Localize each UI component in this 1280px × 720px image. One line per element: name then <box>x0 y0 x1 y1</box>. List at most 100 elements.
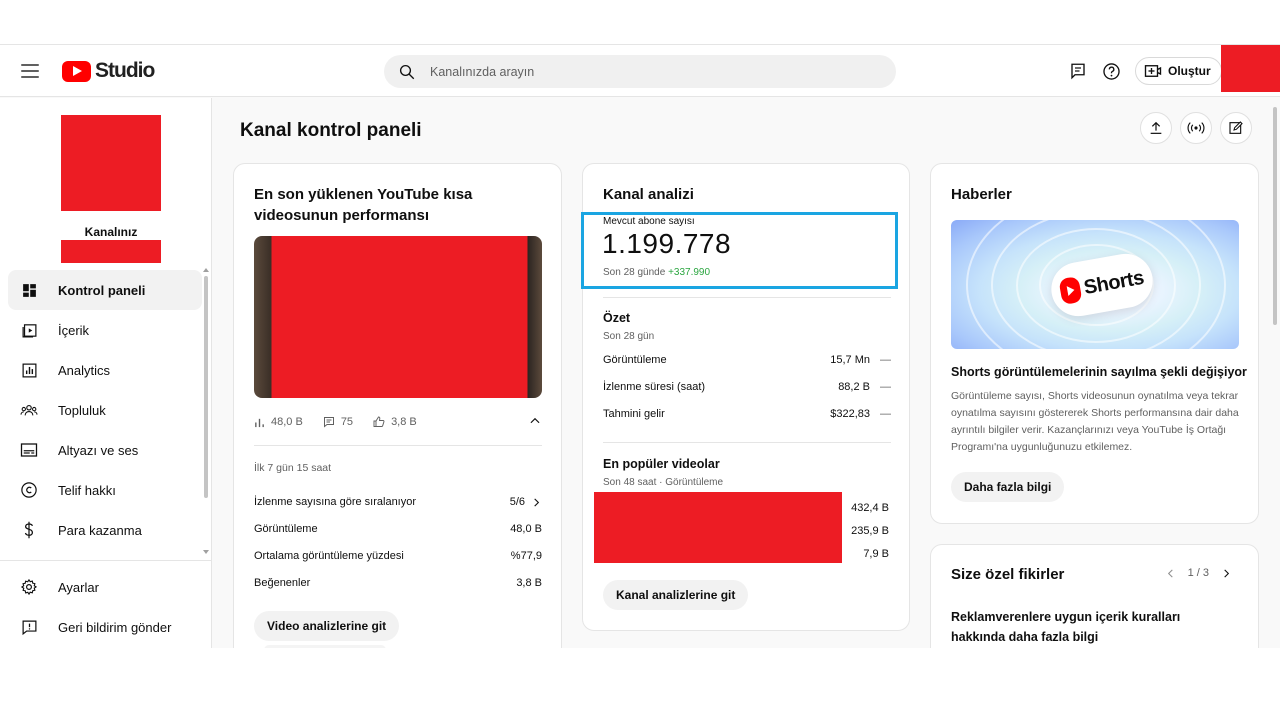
create-button[interactable]: Oluştur <box>1135 57 1222 85</box>
comments-value: 75 <box>340 416 354 428</box>
news-body: Görüntüleme sayısı, Shorts videosunun oy… <box>951 390 1239 453</box>
row-label: Görüntüleme <box>254 523 318 535</box>
go-live-button[interactable] <box>1180 112 1212 144</box>
video-stats-row: 48,0 B 75 3,8 B <box>254 412 542 432</box>
create-post-button[interactable] <box>1220 112 1252 144</box>
subtitles-icon <box>20 441 38 459</box>
ideas-text: Reklamverenlere uygun içerik kuralları h… <box>951 610 1181 644</box>
search-icon[interactable] <box>398 63 416 81</box>
sidebar: Kanalınız Kontrol paneli İçerik Analytic… <box>0 98 212 648</box>
sidebar-scroll-down[interactable] <box>203 550 209 554</box>
analytics-icon <box>20 361 38 379</box>
likes-stat: 3,8 B <box>373 416 417 428</box>
views-stat: 48,0 B <box>254 416 303 428</box>
change-prefix: Son 28 günde <box>603 267 666 278</box>
sidebar-item-content[interactable]: İçerik <box>8 310 202 350</box>
popular-videos-subtitle: Son 48 saat · Görüntüleme <box>603 477 724 488</box>
news-card: Haberler Shorts Shorts görüntülemelerini… <box>930 163 1259 524</box>
sidebar-item-label: Geri bildirim gönder <box>58 619 172 635</box>
chevron-left-icon[interactable] <box>1165 568 1176 579</box>
summary-row: İzlenme süresi (saat) 88,2 B — <box>603 381 891 393</box>
sidebar-scrollbar[interactable] <box>204 276 208 498</box>
channel-avatar[interactable] <box>61 115 161 211</box>
metric-row: Ortalama görüntüleme yüzdesi %77,9 <box>254 550 542 562</box>
community-icon <box>20 401 38 419</box>
messages-icon[interactable] <box>1067 60 1089 82</box>
sidebar-item-settings[interactable]: Ayarlar <box>8 567 202 607</box>
studio-logo[interactable]: Studio <box>62 59 155 83</box>
latest-video-card: En son yüklenen YouTube kısa videosunun … <box>233 163 562 648</box>
subscribers-label: Mevcut abone sayısı <box>603 216 695 227</box>
divider <box>254 445 542 446</box>
row-label: Tahmini gelir <box>603 408 665 420</box>
metric-row: Görüntüleme 48,0 B <box>254 523 542 535</box>
trend-indicator: — <box>880 381 891 393</box>
live-broadcast-icon <box>1187 122 1205 134</box>
copyright-icon <box>20 481 38 499</box>
row-value: %77,9 <box>510 550 542 562</box>
feedback-icon <box>20 618 38 636</box>
help-icon[interactable] <box>1100 60 1122 82</box>
dashboard-icon <box>20 281 38 299</box>
trend-indicator: — <box>880 354 891 366</box>
video-analytics-button[interactable]: Video analizlerine git <box>254 611 400 641</box>
sidebar-item-copyright[interactable]: Telif hakkı <box>8 470 202 510</box>
channel-analytics-button[interactable]: Kanal analizlerine git <box>603 580 749 610</box>
row-value: $322,83 <box>830 408 870 420</box>
metric-row: Beğenenler 3,8 B <box>254 577 542 589</box>
account-avatar[interactable] <box>1221 45 1280 92</box>
row-value: 5/6 <box>509 496 525 508</box>
shorts-logo-icon <box>1058 276 1083 306</box>
sidebar-item-label: Kontrol paneli <box>58 282 146 298</box>
row-label: Görüntüleme <box>603 354 667 366</box>
sidebar-item-label: Para kazanma <box>58 522 142 538</box>
upload-button[interactable] <box>1140 112 1172 144</box>
sidebar-item-analytics[interactable]: Analytics <box>8 350 202 390</box>
upload-icon <box>1150 121 1162 134</box>
video-thumbnail[interactable] <box>254 236 542 398</box>
create-label: Oluştur <box>1168 64 1211 78</box>
row-label: İzlenme süresi (saat) <box>603 381 706 393</box>
studio-app: Studio Oluştur Kanalınız Kontrol paneli <box>0 44 1280 648</box>
chevron-right-icon[interactable] <box>1221 568 1232 579</box>
sidebar-item-label: Topluluk <box>58 402 106 418</box>
main-scrollbar[interactable] <box>1273 107 1277 325</box>
news-image[interactable]: Shorts <box>951 220 1239 349</box>
content-icon <box>20 321 38 339</box>
news-headline: Shorts görüntülemelerinin sayılma şekli … <box>951 365 1247 379</box>
subscriber-change: Son 28 günde +337.990 <box>603 267 710 278</box>
popular-videos-title: En popüler videolar <box>603 457 720 471</box>
sidebar-divider <box>0 560 211 561</box>
summary-row: Görüntüleme 15,7 Mn — <box>603 354 891 366</box>
gear-icon <box>20 578 38 596</box>
hamburger-menu-icon[interactable] <box>18 59 42 83</box>
sidebar-nav: Kontrol paneli İçerik Analytics Topluluk… <box>8 270 202 550</box>
trend-indicator: — <box>880 408 891 420</box>
sidebar-item-subtitles[interactable]: Altyazı ve ses <box>8 430 202 470</box>
row-label: Ortalama görüntüleme yüzdesi <box>254 550 404 562</box>
sidebar-scroll-up[interactable] <box>203 268 209 272</box>
page-title: Kanal kontrol paneli <box>240 120 422 141</box>
sidebar-item-label: İçerik <box>58 322 90 338</box>
sidebar-item-monetization[interactable]: Para kazanma <box>8 510 202 550</box>
sidebar-item-community[interactable]: Topluluk <box>8 390 202 430</box>
create-video-icon <box>1144 65 1162 77</box>
popular-video-views: 432,4 B <box>851 502 889 514</box>
learn-more-button[interactable]: Daha fazla bilgi <box>951 472 1065 502</box>
sidebar-item-dashboard[interactable]: Kontrol paneli <box>8 270 202 310</box>
popular-video-views: 7,9 B <box>863 548 889 560</box>
ranking-row[interactable]: İzlenme sayısına göre sıralanıyor 5/6 <box>254 496 542 508</box>
dollar-icon <box>20 521 38 539</box>
search-bar[interactable] <box>384 55 896 88</box>
top-header: Studio Oluştur <box>0 45 1280 97</box>
shorts-text: Shorts <box>1082 266 1146 299</box>
ideas-title: Size özel fikirler <box>951 566 1065 583</box>
sidebar-item-feedback[interactable]: Geri bildirim gönder <box>8 607 202 647</box>
views-chart-icon <box>255 418 264 427</box>
chevron-up-icon[interactable] <box>528 414 542 431</box>
views-value: 48,0 B <box>271 416 303 428</box>
ideas-card: Size özel fikirler 1 / 3 Reklamverenlere… <box>930 544 1259 648</box>
chevron-right-icon <box>534 497 540 507</box>
search-input[interactable] <box>430 64 850 79</box>
summary-period: Son 28 gün <box>603 331 655 342</box>
